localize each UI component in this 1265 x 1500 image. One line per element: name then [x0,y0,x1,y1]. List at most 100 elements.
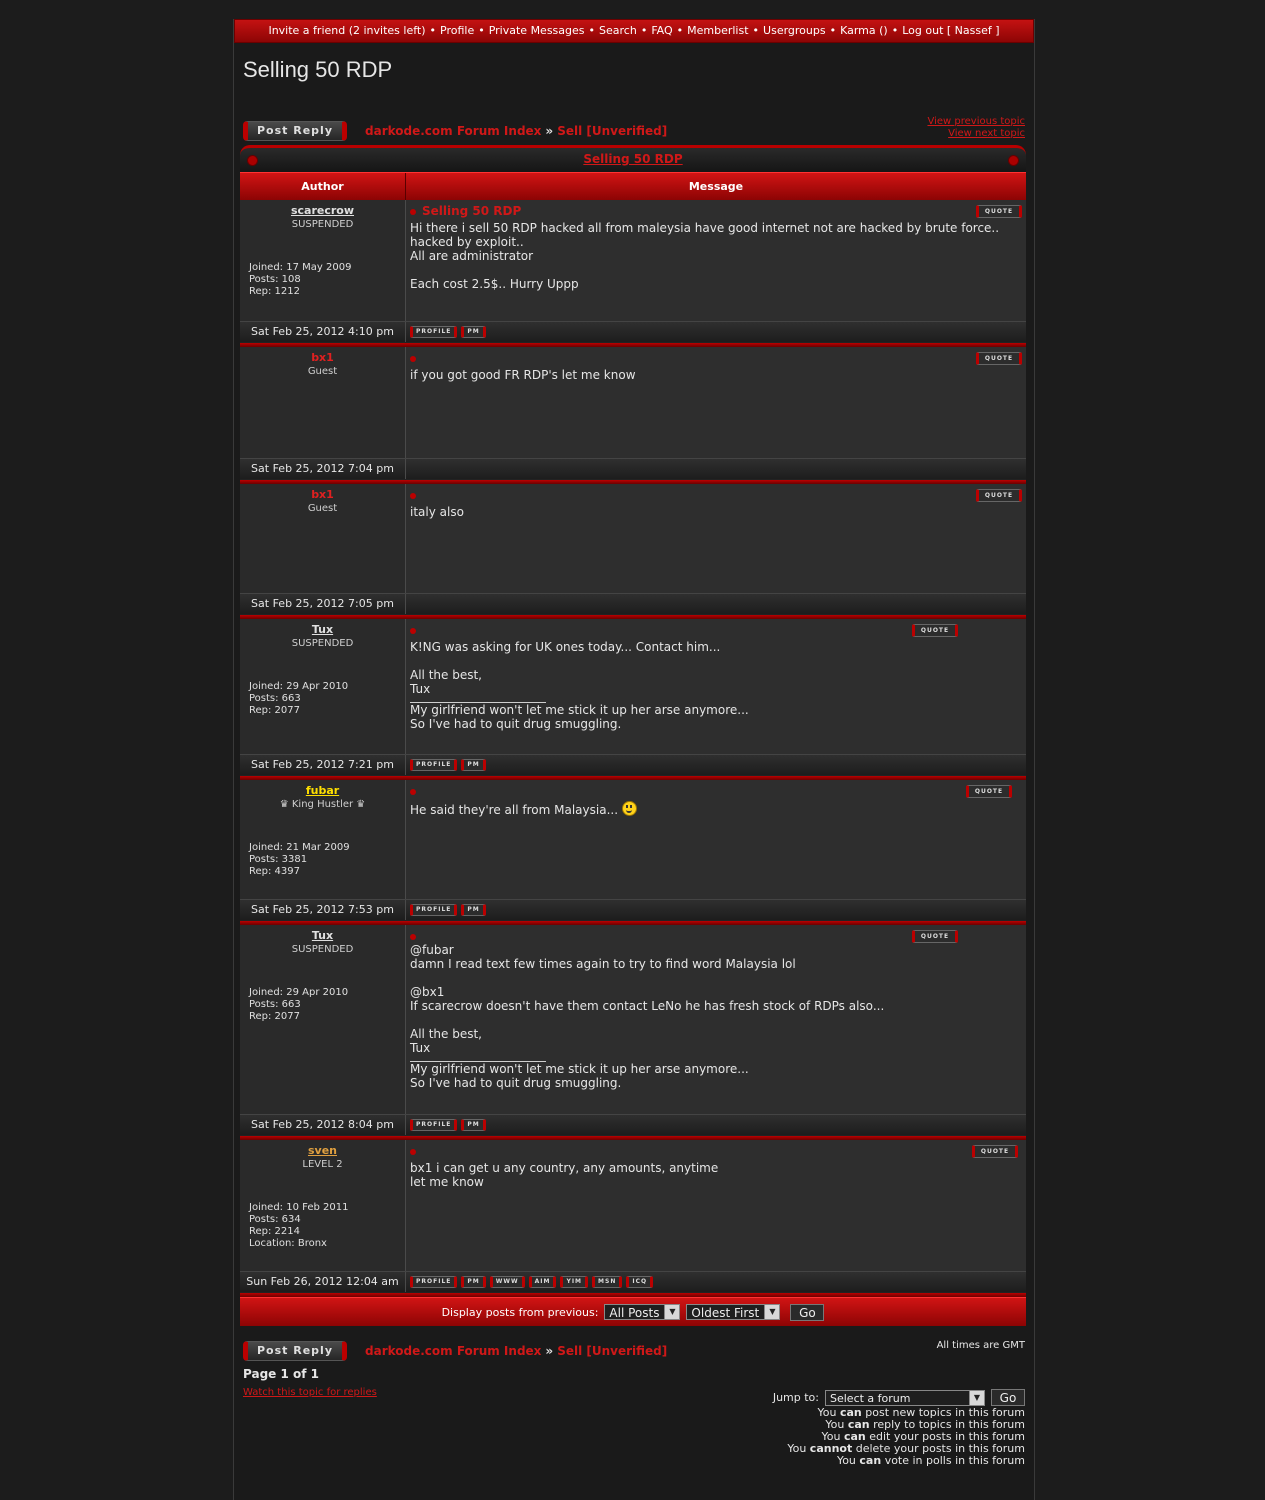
nav-separator: • [752,24,760,37]
col-message: Message [688,180,744,193]
profile-button[interactable]: PROFILE [410,904,458,916]
post-subject [410,351,1022,365]
post-subject [410,1144,1022,1158]
post-author-name[interactable]: sven [240,1144,405,1157]
post-footer: Sat Feb 25, 2012 7:04 pm [240,459,1026,480]
post-reply-button-bottom[interactable]: Post Reply [243,1341,347,1361]
author-rep: Rep: 4397 [249,866,300,877]
post-author-name[interactable]: scarecrow [240,204,405,217]
page-title: Selling 50 RDP [243,57,393,82]
quote-button[interactable]: QUOTE [912,624,958,637]
post-message: Selling 50 RDP Hi there i sell 50 RDP ha… [406,200,1026,321]
pm-button[interactable]: PM [461,1276,486,1288]
profile-button[interactable]: PROFILE [410,759,458,771]
pm-button[interactable]: PM [461,759,486,771]
author-joined: Joined: 10 Feb 2011 [249,1202,349,1213]
jump-forum-value: Select a forum [830,1391,911,1405]
jump-forum-select[interactable]: Select a forum ▼ [825,1389,985,1406]
msn-button[interactable]: MSN [592,1276,623,1288]
top-nav: Invite a friend (2 invites left) • Profile… [234,19,1034,43]
post-bullet-icon [410,933,416,940]
post-subject [410,488,1022,502]
quote-button[interactable]: QUOTE [976,352,1022,365]
post-author-panel: Tux SUSPENDED Joined: 29 Apr 2010 Posts:… [240,925,406,1114]
breadcrumb-forum[interactable]: Sell [Unverified] [557,1344,667,1358]
profile-button[interactable]: PROFILE [410,1276,458,1288]
quote-button[interactable]: QUOTE [912,930,958,943]
breadcrumb-forum-index[interactable]: darkode.com Forum Index [365,1344,541,1358]
www-button[interactable]: WWW [489,1276,525,1288]
corner-dot-icon [1008,155,1019,166]
nav-faq[interactable]: FAQ [651,24,672,37]
pm-button[interactable]: PM [461,904,486,916]
profile-button[interactable]: PROFILE [410,326,458,338]
post-subject [410,784,1022,798]
post-signature: My girlfriend won't let me stick it up h… [410,1062,749,1090]
post-body: bx1 i can get u any country, any amounts… [410,1161,719,1189]
post-author-name[interactable]: fubar [240,784,405,797]
quote-button[interactable]: QUOTE [972,1145,1018,1158]
sort-order-select[interactable]: Oldest First ▼ [686,1304,781,1320]
column-headers: Author Message [240,172,1026,200]
topic-title-link[interactable]: Selling 50 RDP [240,148,1026,170]
post-footer: Sat Feb 25, 2012 7:05 pm [240,594,1026,615]
forum-permissions: You can post new topics in this forum Yo… [787,1407,1025,1467]
view-next-topic-link[interactable]: View next topic [927,128,1025,140]
chevron-down-icon: ▼ [969,1390,984,1405]
post-author-name[interactable]: Tux [240,929,405,942]
pm-button[interactable]: PM [461,326,486,338]
nav-memberlist[interactable]: Memberlist [687,24,748,37]
author-joined: Joined: 29 Apr 2010 [249,681,349,692]
post-author-rank: Guest [307,366,338,377]
post-reply-button[interactable]: Post Reply [243,121,347,141]
breadcrumb-bottom: darkode.com Forum Index » Sell [Unverified… [365,1344,667,1358]
post-author-rank: SUSPENDED [291,944,354,955]
post: scarecrow SUSPENDED Joined: 17 May 2009 … [240,200,1026,322]
quote-button[interactable]: QUOTE [976,489,1022,502]
jump-go-button[interactable]: Go [991,1389,1025,1406]
nav-search[interactable]: Search [599,24,637,37]
quote-button[interactable]: QUOTE [976,205,1022,218]
quote-button[interactable]: QUOTE [966,785,1012,798]
sort-order-value: Oldest First [691,1306,760,1320]
col-author: Author [240,173,406,200]
nav-profile[interactable]: Profile [440,24,474,37]
aim-button[interactable]: AIM [528,1276,557,1288]
breadcrumb-forum-index[interactable]: darkode.com Forum Index [365,124,541,138]
nav-karma[interactable]: Karma () [840,24,888,37]
author-rep: Rep: 2077 [249,705,300,716]
nav-invite[interactable]: Invite a friend (2 invites left) [268,24,425,37]
post-date: Sat Feb 25, 2012 4:10 pm [240,322,406,342]
nav-separator: • [429,24,437,37]
nav-usergroups[interactable]: Usergroups [763,24,826,37]
post-bullet-icon [410,788,416,795]
posts-period-select[interactable]: All Posts ▼ [604,1304,681,1320]
post-date: Sat Feb 25, 2012 7:53 pm [240,900,406,920]
post-body: @fubar damn I read text few times again … [410,943,885,1055]
display-go-button[interactable]: Go [790,1303,825,1321]
nav-separator: • [891,24,899,37]
post-author-panel: sven LEVEL 2 Joined: 10 Feb 2011 Posts: … [240,1140,406,1271]
post-author-rank: Guest [307,503,338,514]
display-options-label: Display posts from previous: [441,1305,599,1319]
author-posts: Posts: 663 [249,999,301,1010]
breadcrumb-forum[interactable]: Sell [Unverified] [557,124,667,138]
post-bullet-icon [410,1148,416,1155]
pm-button[interactable]: PM [461,1119,486,1131]
icq-button[interactable]: ICQ [626,1276,654,1288]
breadcrumb: darkode.com Forum Index » Sell [Unverified… [365,124,667,138]
jump-to-label: Jump to: [772,1391,819,1404]
view-previous-topic-link[interactable]: View previous topic [927,116,1025,128]
post-author-rank: ♛ King Hustler ♛ [279,799,366,810]
profile-button[interactable]: PROFILE [410,1119,458,1131]
nav-logout[interactable]: Log out [ Nassef ] [902,24,999,37]
post-author-name[interactable]: bx1 [240,351,405,364]
yim-button[interactable]: YIM [560,1276,589,1288]
post-author-name[interactable]: Tux [240,623,405,636]
nav-private-messages[interactable]: Private Messages [489,24,585,37]
post-author-rank: LEVEL 2 [302,1159,343,1170]
author-posts: Posts: 663 [249,693,301,704]
post-author-name[interactable]: bx1 [240,488,405,501]
post: fubar ♛ King Hustler ♛ Joined: 21 Mar 20… [240,780,1026,900]
post-body: He said they're all from Malaysia... [410,803,619,817]
